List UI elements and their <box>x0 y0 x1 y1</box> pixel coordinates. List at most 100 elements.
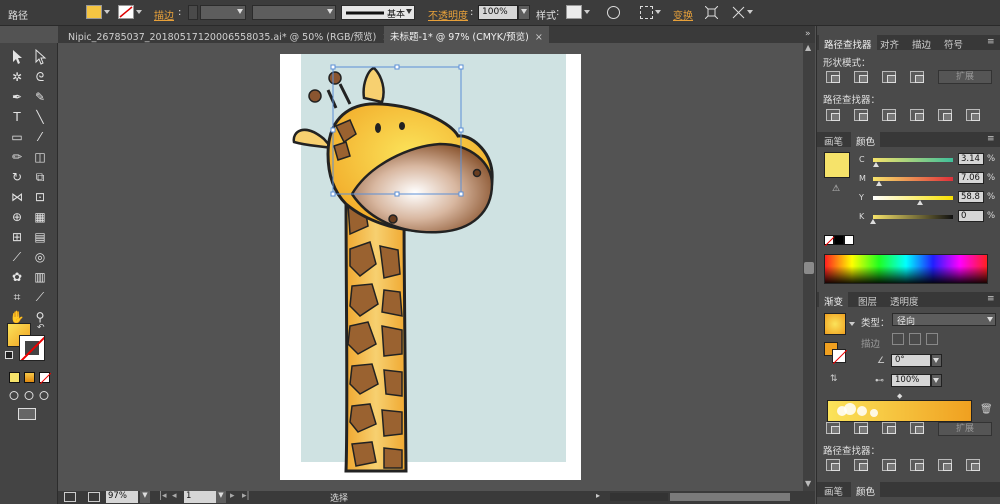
none-color-swatch[interactable] <box>824 235 836 247</box>
canvas-area[interactable] <box>58 43 803 491</box>
shape-mode-icon-1[interactable] <box>826 422 840 434</box>
gradient-stop-markers[interactable] <box>834 403 886 423</box>
tab-brushes-bottom[interactable]: 画笔 <box>819 482 848 498</box>
variable-width-dropdown[interactable] <box>252 5 336 20</box>
pencil-tool-icon[interactable]: ✏ <box>8 148 26 166</box>
minus-back-icon[interactable] <box>966 109 980 121</box>
none-mode-button[interactable] <box>39 372 52 385</box>
artboard-number-input[interactable]: 1 <box>184 491 216 503</box>
symbol-sprayer-tool-icon[interactable]: ✿ <box>8 268 26 286</box>
type-tool-icon[interactable]: T <box>8 108 26 126</box>
gradient-expand-button[interactable]: 扩展 <box>938 422 992 436</box>
lasso-tool-icon[interactable]: ᘓ <box>31 68 49 86</box>
channel-input-c[interactable]: 3.14 <box>958 153 984 165</box>
stroke-weight-dropdown[interactable] <box>200 5 246 20</box>
tab-color[interactable]: 颜色 <box>851 132 881 148</box>
intersect-icon[interactable] <box>882 71 896 83</box>
magic-wand-tool-icon[interactable]: ✲ <box>8 68 26 86</box>
stroke-dropdown-icon[interactable] <box>136 10 142 14</box>
merge-icon[interactable] <box>882 109 896 121</box>
mesh-tool-icon[interactable]: ⊞ <box>8 228 26 246</box>
status-menu-icon[interactable]: ▸ <box>596 491 600 500</box>
isolate-icon[interactable] <box>704 5 719 20</box>
channel-slider-thumb-m[interactable] <box>875 181 882 186</box>
pen-tool-icon[interactable]: ✒ <box>8 88 26 106</box>
curvature-tool-icon[interactable]: ✎ <box>31 88 49 106</box>
zoom-dropdown-icon[interactable]: ▼ <box>140 491 150 503</box>
tab-stroke[interactable]: 描边 <box>907 35 936 51</box>
tab-pathfinder[interactable]: 路径查找器 <box>819 35 877 51</box>
stroke-color-box[interactable] <box>19 335 45 361</box>
shape-mode-icon-3[interactable] <box>882 422 896 434</box>
align-to-icon[interactable] <box>640 6 653 19</box>
opacity-input[interactable]: 100% <box>478 5 518 20</box>
gradient-preset-dropdown-icon[interactable] <box>849 322 855 326</box>
aspect-ratio-input[interactable]: 100% <box>891 374 931 387</box>
scroll-down-icon[interactable]: ▼ <box>805 479 811 488</box>
divide-icon[interactable] <box>826 109 840 121</box>
horizontal-scroll-thumb[interactable] <box>670 493 790 501</box>
delete-stop-icon[interactable]: 🗑 <box>980 404 993 415</box>
arrange-icon[interactable] <box>732 6 745 19</box>
unite-icon[interactable] <box>826 71 840 83</box>
divide-icon[interactable] <box>826 459 840 471</box>
brush-stroke-dropdown[interactable]: 基本 <box>341 5 415 20</box>
channel-input-y[interactable]: 58.8 <box>958 191 984 203</box>
width-tool-icon[interactable]: ⋈ <box>8 188 26 206</box>
channel-slider-c[interactable] <box>873 158 953 162</box>
graphic-style-swatch[interactable] <box>566 5 582 19</box>
eyedropper-tool-icon[interactable]: ⟋ <box>8 248 26 266</box>
black-swatch[interactable] <box>834 235 844 245</box>
recolor-artwork-icon[interactable] <box>607 6 620 19</box>
channel-slider-thumb-c[interactable] <box>872 162 879 167</box>
gradient-preview[interactable] <box>824 313 846 335</box>
artboard-tool-icon[interactable]: ⌗ <box>8 288 26 306</box>
shape-mode-icon-4[interactable] <box>910 422 924 434</box>
free-transform-tool-icon[interactable]: ⊡ <box>31 188 49 206</box>
stroke-weight-stepper[interactable] <box>188 5 198 20</box>
direct-selection-tool-icon[interactable] <box>31 48 49 66</box>
gradient-slider[interactable] <box>827 400 972 422</box>
channel-slider-k[interactable] <box>873 215 953 219</box>
shape-mode-icon-2[interactable] <box>854 422 868 434</box>
tab-align[interactable]: 对齐 <box>875 35 904 51</box>
rotate-tool-icon[interactable]: ↻ <box>8 168 26 186</box>
panel-menu-icon[interactable]: ≡ <box>987 37 995 47</box>
shape-builder-tool-icon[interactable]: ⊕ <box>8 208 26 226</box>
next-artboard-icon[interactable]: ▸ <box>230 491 235 501</box>
gradient-mode-button[interactable] <box>24 372 35 383</box>
line-segment-tool-icon[interactable]: ╲ <box>31 108 49 126</box>
draw-modes-icon[interactable] <box>9 390 49 401</box>
zoom-input[interactable]: 97% <box>106 491 138 503</box>
color-mode-button[interactable] <box>9 372 20 383</box>
outline-icon[interactable] <box>938 109 952 121</box>
channel-slider-y[interactable] <box>873 196 953 200</box>
eraser-tool-icon[interactable]: ◫ <box>31 148 49 166</box>
tab-color-bottom[interactable]: 颜色 <box>851 482 881 498</box>
channel-input-k[interactable]: 0 <box>958 210 984 222</box>
gradient-midpoint-icon[interactable]: ◆ <box>897 392 902 400</box>
screen-mode-icon[interactable] <box>18 408 36 420</box>
outline-icon[interactable] <box>938 459 952 471</box>
tab-layers[interactable]: 图层 <box>853 292 882 308</box>
default-colors-icon[interactable] <box>5 351 13 359</box>
artboard-dropdown-icon[interactable]: ▼ <box>216 491 226 503</box>
white-swatch[interactable] <box>844 235 854 245</box>
crop-icon[interactable] <box>910 109 924 121</box>
giraffe-artwork[interactable] <box>280 54 581 480</box>
tab-symbols[interactable]: 符号 <box>939 35 968 51</box>
graphic-style-dropdown-icon[interactable] <box>584 10 590 14</box>
stroke-along-icon[interactable] <box>909 333 921 345</box>
stroke-across-icon[interactable] <box>926 333 938 345</box>
crop-icon[interactable] <box>910 459 924 471</box>
reverse-gradient-icon[interactable]: ⇅ <box>830 374 838 384</box>
tab-gradient[interactable]: 渐变 <box>819 292 849 308</box>
expand-button[interactable]: 扩展 <box>938 70 992 84</box>
minus-back-icon[interactable] <box>966 459 980 471</box>
opacity-dropdown[interactable] <box>518 5 530 20</box>
trim-icon[interactable] <box>854 109 868 121</box>
channel-input-m[interactable]: 7.06 <box>958 172 984 184</box>
stroke-within-icon[interactable] <box>892 333 904 345</box>
selection-tool-icon[interactable] <box>8 48 26 66</box>
channel-slider-thumb-k[interactable] <box>870 219 876 224</box>
